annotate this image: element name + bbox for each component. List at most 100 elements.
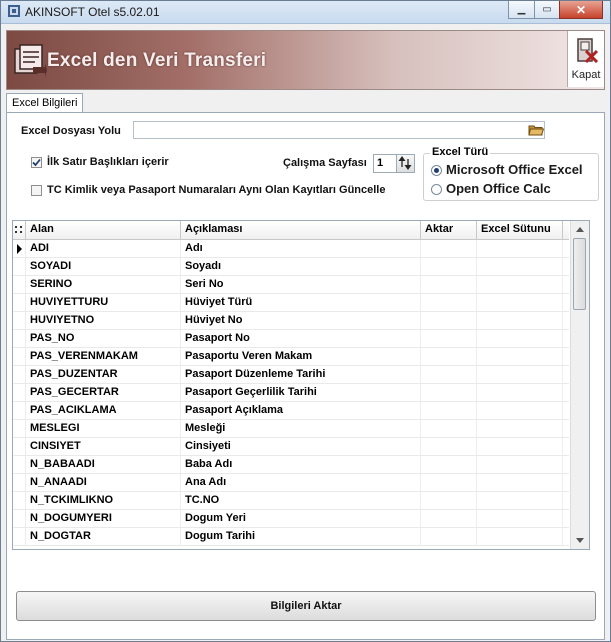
cell-aktar[interactable] xyxy=(421,402,477,419)
cell-alan: PAS_DUZENTAR xyxy=(26,366,181,383)
cell-excel-sutunu[interactable] xyxy=(477,258,563,275)
table-row[interactable]: N_TCKIMLIKNO TC.NO xyxy=(13,492,569,510)
table-row[interactable]: MESLEGI Mesleği xyxy=(13,420,569,438)
cell-excel-sutunu[interactable] xyxy=(477,276,563,293)
row-indicator xyxy=(13,330,26,347)
cell-excel-sutunu[interactable] xyxy=(477,456,563,473)
cell-aktar[interactable] xyxy=(421,258,477,275)
sheet-stepper-button[interactable] xyxy=(396,155,414,172)
cell-excel-sutunu[interactable] xyxy=(477,384,563,401)
cell-aciklamasi: Hüviyet Türü xyxy=(181,294,421,311)
row-indicator xyxy=(13,528,26,545)
app-window: AKINSOFT Otel s5.02.01 ▁ ▭ ✕ Excel den V… xyxy=(0,0,611,642)
cell-aciklamasi: Pasaport Geçerlilik Tarihi xyxy=(181,384,421,401)
minimize-button[interactable]: ▁ xyxy=(508,1,535,19)
field-mapping-grid: Alan Açıklaması Aktar Excel Sütunu ADI Ad… xyxy=(12,220,590,550)
cell-aktar[interactable] xyxy=(421,420,477,437)
table-row[interactable]: PAS_VERENMAKAM Pasaportu Veren Makam xyxy=(13,348,569,366)
table-row[interactable]: PAS_NO Pasaport No xyxy=(13,330,569,348)
cell-alan: PAS_ACIKLAMA xyxy=(26,402,181,419)
table-row[interactable]: SOYADI Soyadı xyxy=(13,258,569,276)
cell-aciklamasi: Pasaport No xyxy=(181,330,421,347)
table-row[interactable]: N_BABAADI Baba Adı xyxy=(13,456,569,474)
cell-excel-sutunu[interactable] xyxy=(477,330,563,347)
cell-aciklamasi: Cinsiyeti xyxy=(181,438,421,455)
row-indicator xyxy=(13,510,26,527)
cell-excel-sutunu[interactable] xyxy=(477,240,563,257)
cell-aktar[interactable] xyxy=(421,366,477,383)
column-header-aktar[interactable]: Aktar xyxy=(421,221,477,239)
cell-aktar[interactable] xyxy=(421,474,477,491)
table-row[interactable]: N_ANAADI Ana Adı xyxy=(13,474,569,492)
cell-aktar[interactable] xyxy=(421,294,477,311)
cell-aciklamasi: Adı xyxy=(181,240,421,257)
cell-aktar[interactable] xyxy=(421,312,477,329)
cell-aktar[interactable] xyxy=(421,438,477,455)
table-row[interactable]: N_DOGTAR Dogum Tarihi xyxy=(13,528,569,546)
row-indicator xyxy=(13,456,26,473)
cell-alan: PAS_GECERTAR xyxy=(26,384,181,401)
cell-excel-sutunu[interactable] xyxy=(477,420,563,437)
cell-excel-sutunu[interactable] xyxy=(477,366,563,383)
file-path-input[interactable] xyxy=(133,121,545,139)
kapat-label: Kapat xyxy=(571,69,601,81)
cell-aktar[interactable] xyxy=(421,456,477,473)
cell-excel-sutunu[interactable] xyxy=(477,492,563,509)
cell-excel-sutunu[interactable] xyxy=(477,474,563,491)
close-window-button[interactable]: ✕ xyxy=(559,1,603,19)
cell-aktar[interactable] xyxy=(421,510,477,527)
folder-open-icon[interactable] xyxy=(528,123,544,137)
update-same-id-checkbox[interactable] xyxy=(31,185,42,196)
radio-microsoft-excel[interactable] xyxy=(431,165,442,176)
kapat-button[interactable]: Kapat xyxy=(567,31,604,87)
table-row[interactable]: SERINO Seri No xyxy=(13,276,569,294)
cell-excel-sutunu[interactable] xyxy=(477,348,563,365)
table-row[interactable]: N_DOGUMYERI Dogum Yeri xyxy=(13,510,569,528)
table-row[interactable]: HUVIYETNO Hüviyet No xyxy=(13,312,569,330)
scroll-down-icon[interactable] xyxy=(573,533,587,547)
column-header-alan[interactable]: Alan xyxy=(26,221,181,239)
maximize-button[interactable]: ▭ xyxy=(534,1,560,19)
cell-excel-sutunu[interactable] xyxy=(477,294,563,311)
tab-excel-bilgileri[interactable]: Excel Bilgileri xyxy=(6,93,84,114)
cell-aktar[interactable] xyxy=(421,240,477,257)
sheet-stepper[interactable]: 1 xyxy=(373,154,415,173)
table-row[interactable]: PAS_ACIKLAMA Pasaport Açıklama xyxy=(13,402,569,420)
scroll-up-icon[interactable] xyxy=(573,223,587,237)
transfer-button[interactable]: Bilgileri Aktar xyxy=(16,591,596,621)
cell-excel-sutunu[interactable] xyxy=(477,528,563,545)
cell-aktar[interactable] xyxy=(421,492,477,509)
cell-aktar[interactable] xyxy=(421,276,477,293)
table-row[interactable]: PAS_DUZENTAR Pasaport Düzenleme Tarihi xyxy=(13,366,569,384)
cell-excel-sutunu[interactable] xyxy=(477,510,563,527)
cell-alan: SOYADI xyxy=(26,258,181,275)
cell-aktar[interactable] xyxy=(421,528,477,545)
cell-aktar[interactable] xyxy=(421,348,477,365)
cell-aktar[interactable] xyxy=(421,384,477,401)
table-row[interactable]: PAS_GECERTAR Pasaport Geçerlilik Tarihi xyxy=(13,384,569,402)
cell-alan: ADI xyxy=(26,240,181,257)
row-indicator xyxy=(13,366,26,383)
title-bar[interactable]: AKINSOFT Otel s5.02.01 ▁ ▭ ✕ xyxy=(1,1,610,24)
first-row-headers-checkbox[interactable] xyxy=(31,157,42,168)
radio-microsoft-excel-label: Microsoft Office Excel xyxy=(446,162,583,177)
cell-aciklamasi: Baba Adı xyxy=(181,456,421,473)
cell-alan: N_BABAADI xyxy=(26,456,181,473)
cell-aktar[interactable] xyxy=(421,330,477,347)
grid-rows: ADI Adı SOYADI Soyadı SERINO Seri No HUVIYETTU… xyxy=(13,240,569,546)
radio-open-office-calc[interactable] xyxy=(431,184,442,195)
cell-excel-sutunu[interactable] xyxy=(477,402,563,419)
close-icon: ✕ xyxy=(575,2,587,17)
excel-transfer-icon xyxy=(14,44,47,77)
scrollbar-thumb[interactable] xyxy=(573,238,586,310)
cell-excel-sutunu[interactable] xyxy=(477,438,563,455)
table-row[interactable]: ADI Adı xyxy=(13,240,569,258)
cell-excel-sutunu[interactable] xyxy=(477,312,563,329)
table-row[interactable]: CINSIYET Cinsiyeti xyxy=(13,438,569,456)
grid-scrollbar[interactable] xyxy=(570,221,589,549)
cell-aciklamasi: Pasaport Düzenleme Tarihi xyxy=(181,366,421,383)
header-banner: Excel den Veri Transferi Kapat xyxy=(6,30,605,90)
table-row[interactable]: HUVIYETTURU Hüviyet Türü xyxy=(13,294,569,312)
column-header-aciklamasi[interactable]: Açıklaması xyxy=(181,221,421,239)
column-header-excel-sutunu[interactable]: Excel Sütunu xyxy=(477,221,563,239)
